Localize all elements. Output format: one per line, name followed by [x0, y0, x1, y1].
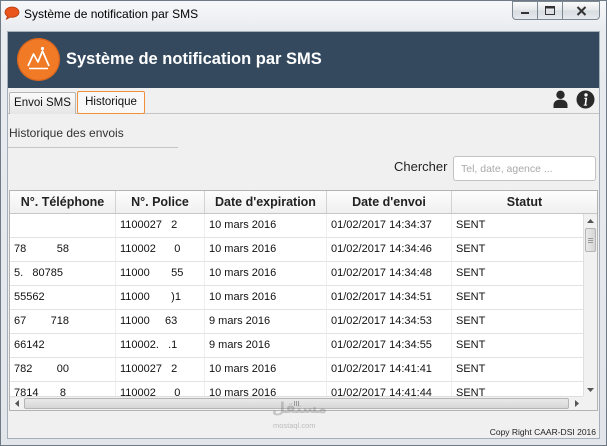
close-button[interactable]	[562, 1, 600, 20]
scroll-right-button[interactable]	[570, 397, 583, 410]
cell-status: SENT	[456, 291, 486, 303]
table-row[interactable]: 55562 11000 )1 10 mars 2016 01/02/2017 14:3…	[10, 286, 583, 310]
cell-expiration: 9 mars 2016	[205, 334, 327, 357]
cell-status: SENT	[456, 387, 486, 396]
table-row[interactable]: 66142 110002. .1 9 mars 2016 01/02/2017 14:…	[10, 334, 583, 358]
scroll-down-button[interactable]	[584, 383, 597, 396]
section-title: Historique des envois	[9, 126, 124, 140]
cell-expiration: 10 mars 2016	[205, 382, 327, 396]
cell-phone: 67 718	[10, 310, 116, 333]
close-icon	[576, 5, 587, 16]
grip-icon	[588, 237, 593, 243]
maximize-button[interactable]	[537, 1, 563, 20]
vertical-scroll-thumb[interactable]	[585, 228, 596, 252]
info-icon[interactable]	[576, 90, 595, 109]
section-divider	[8, 147, 178, 148]
app-window: Système de notification par SMS Système …	[0, 0, 607, 446]
arrow-right-icon	[574, 400, 579, 407]
cell-sent-date: 01/02/2017 14:34:48	[327, 262, 452, 285]
watermark-arabic: مستقل	[272, 399, 327, 417]
cell-policy: 110002 0	[116, 382, 205, 396]
cell-expiration: 10 mars 2016	[205, 358, 327, 381]
table-body: 1100027 2 10 mars 2016 01/02/2017 14:34:37…	[10, 214, 583, 396]
cell-status: SENT	[456, 243, 486, 255]
vertical-scrollbar[interactable]	[583, 214, 597, 396]
cell-phone: 7814 8	[10, 382, 116, 396]
arrow-down-icon	[587, 387, 594, 392]
header-title: Système de notification par SMS	[66, 50, 322, 68]
cell-status: SENT	[456, 267, 486, 279]
speech-bubble-icon	[4, 6, 20, 20]
cell-policy: 11000 55	[116, 262, 205, 285]
cell-sent-date: 01/02/2017 14:41:41	[327, 358, 452, 381]
table-row[interactable]: 5. 80785 11000 55 10 mars 2016 01/02/2017 1…	[10, 262, 583, 286]
cell-phone: 78 58	[10, 238, 116, 261]
copyright-text: Copy Right CAAR-DSI 2016	[489, 427, 596, 437]
column-header-expiration[interactable]: Date d'expiration	[205, 191, 327, 213]
cell-expiration: 10 mars 2016	[205, 286, 327, 309]
column-header-sent-date[interactable]: Date d'envoi	[327, 191, 452, 213]
scrollbar-corner	[583, 396, 597, 410]
column-header-policy[interactable]: N°. Police	[116, 191, 205, 213]
cell-policy: 1100027 2	[116, 214, 205, 237]
cell-sent-date: 01/02/2017 14:34:55	[327, 334, 452, 357]
column-header-status[interactable]: Statut	[452, 191, 597, 213]
table-row[interactable]: 7814 8 110002 0 10 mars 2016 01/02/2017 14:…	[10, 382, 583, 396]
cell-policy: 110002 0	[116, 238, 205, 261]
cell-phone: 66142	[10, 334, 116, 357]
table-header-row: N°. Téléphone N°. Police Date d'expirati…	[10, 191, 597, 214]
scroll-left-button[interactable]	[10, 397, 23, 410]
cell-status: SENT	[456, 339, 486, 351]
window-title: Système de notification par SMS	[24, 7, 199, 21]
cell-policy: 110002. .1	[116, 334, 205, 357]
cell-sent-date: 01/02/2017 14:34:37	[327, 214, 452, 237]
table-row[interactable]: 1100027 2 10 mars 2016 01/02/2017 14:34:37…	[10, 214, 583, 238]
cell-status: SENT	[456, 219, 486, 231]
cell-sent-date: 01/02/2017 14:34:46	[327, 238, 452, 261]
cell-sent-date: 01/02/2017 14:34:53	[327, 310, 452, 333]
cell-expiration: 10 mars 2016	[205, 262, 327, 285]
cell-status: SENT	[456, 363, 486, 375]
orange-logo-icon	[16, 37, 61, 82]
arrow-left-icon	[14, 400, 19, 407]
cell-expiration: 9 mars 2016	[205, 310, 327, 333]
minimize-button[interactable]	[512, 1, 538, 20]
arrow-up-icon	[587, 218, 594, 223]
history-table: N°. Téléphone N°. Police Date d'expirati…	[9, 190, 598, 411]
cell-expiration: 10 mars 2016	[205, 238, 327, 261]
table-row[interactable]: 782 00 1100027 2 10 mars 2016 01/02/2017 14…	[10, 358, 583, 382]
maximize-icon	[545, 6, 555, 15]
search-label: Chercher	[394, 159, 448, 174]
cell-phone	[10, 214, 116, 237]
minimize-icon	[520, 6, 530, 16]
cell-phone: 5. 80785	[10, 262, 116, 285]
cell-policy: 11000 63	[116, 310, 205, 333]
column-header-phone[interactable]: N°. Téléphone	[10, 191, 116, 213]
search-input[interactable]	[453, 156, 596, 181]
tab-historique[interactable]: Historique	[77, 91, 145, 114]
table-row[interactable]: 67 718 11000 63 9 mars 2016 01/02/2017 14:3…	[10, 310, 583, 334]
cell-sent-date: 01/02/2017 14:34:51	[327, 286, 452, 309]
cell-policy: 1100027 2	[116, 358, 205, 381]
scroll-up-button[interactable]	[584, 214, 597, 227]
cell-phone: 55562	[10, 286, 116, 309]
cell-sent-date: 01/02/2017 14:41:44	[327, 382, 452, 396]
tab-envoi-sms[interactable]: Envoi SMS	[9, 92, 76, 114]
table-row[interactable]: 78 58 110002 0 10 mars 2016 01/02/2017 14:3…	[10, 238, 583, 262]
cell-phone: 782 00	[10, 358, 116, 381]
user-icon[interactable]	[553, 90, 568, 108]
cell-policy: 11000 )1	[116, 286, 205, 309]
cell-status: SENT	[456, 315, 486, 327]
cell-expiration: 10 mars 2016	[205, 214, 327, 237]
watermark-latin: mostaql.com	[273, 421, 316, 430]
